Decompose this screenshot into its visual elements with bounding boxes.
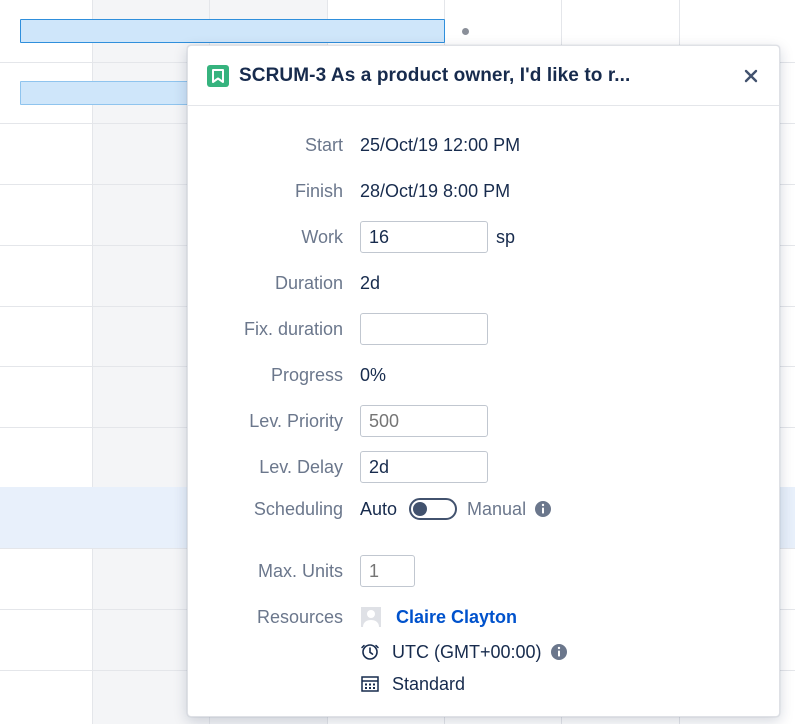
avatar (360, 606, 382, 628)
progress-value: 0% (360, 364, 387, 385)
user-avatar-icon (361, 607, 381, 627)
story-bookmark-icon (207, 64, 229, 87)
calendar-row: Standard (188, 669, 781, 699)
toggle-knob (413, 502, 428, 516)
finish-value: 28/Oct/19 8:00 PM (360, 180, 511, 201)
lev-priority-input[interactable] (360, 405, 488, 437)
popup-header: SCRUM-3 As a product owner, I'd like to … (188, 46, 779, 106)
grid-line (92, 0, 93, 724)
progress-label: Progress (270, 364, 343, 385)
lev-delay-label: Lev. Delay (259, 456, 343, 477)
task-end-dot (462, 28, 469, 35)
lev-priority-value-group (360, 405, 488, 437)
task-details-popup: SCRUM-3 As a product owner, I'd like to … (187, 45, 780, 717)
duration-row: Duration 2d (188, 268, 781, 298)
lev-priority-label: Lev. Priority (249, 410, 343, 431)
lev-delay-value-group (360, 451, 488, 483)
scheduling-row: Scheduling Auto Manual (188, 494, 781, 524)
lev-delay-input[interactable] (360, 451, 488, 483)
start-row: Start 25/Oct/19 12:00 PM (188, 130, 781, 160)
timezone-value-group: UTC (GMT+00:00) (360, 642, 568, 663)
resource-name-link[interactable]: Claire Clayton (396, 607, 517, 628)
work-label: Work (301, 226, 343, 247)
start-value: 25/Oct/19 12:00 PM (360, 134, 521, 155)
fix-duration-value-group (360, 313, 488, 345)
max-units-label: Max. Units (257, 560, 343, 581)
fix-duration-row: Fix. duration (188, 313, 781, 345)
max-units-value-group (360, 555, 415, 587)
start-label: Start (304, 134, 343, 155)
task-bar[interactable] (20, 19, 445, 43)
close-icon (744, 69, 758, 82)
info-icon[interactable] (534, 500, 552, 518)
finish-row: Finish 28/Oct/19 8:00 PM (188, 176, 781, 206)
scheduling-value-group: Auto Manual (360, 498, 552, 520)
max-units-row: Max. Units (188, 555, 781, 587)
work-value-group: sp (360, 221, 515, 253)
info-icon[interactable] (550, 643, 568, 661)
scheduling-toggle[interactable] (409, 498, 458, 520)
timezone-row: UTC (GMT+00:00) (188, 637, 781, 667)
scheduling-auto-label: Auto (360, 498, 398, 519)
clock-icon (360, 642, 380, 662)
calendar-value-group: Standard (360, 674, 465, 695)
fix-duration-label: Fix. duration (243, 318, 343, 339)
issue-title-link[interactable]: SCRUM-3 As a product owner, I'd like to … (239, 65, 739, 87)
progress-row: Progress 0% (188, 360, 781, 390)
scheduling-label: Scheduling (253, 498, 343, 519)
resources-label: Resources (256, 606, 343, 627)
work-row: Work sp (188, 221, 781, 253)
duration-label: Duration (274, 272, 343, 293)
calendar-text: Standard (392, 673, 466, 694)
work-unit: sp (496, 226, 516, 247)
resources-value-group: Claire Clayton (360, 606, 517, 628)
work-input[interactable] (360, 221, 488, 253)
calendar-icon (360, 675, 380, 693)
close-button[interactable] (739, 64, 763, 88)
lev-priority-row: Lev. Priority (188, 405, 781, 437)
lev-delay-row: Lev. Delay (188, 451, 781, 483)
scheduling-manual-label: Manual (467, 498, 527, 519)
duration-value: 2d (360, 272, 381, 293)
fix-duration-input[interactable] (360, 313, 488, 345)
resources-row: Resources Claire Clayton (188, 602, 781, 632)
task-bar[interactable] (20, 81, 195, 105)
finish-label: Finish (294, 180, 343, 201)
max-units-input[interactable] (360, 555, 415, 587)
timezone-text: UTC (GMT+00:00) (392, 641, 542, 662)
